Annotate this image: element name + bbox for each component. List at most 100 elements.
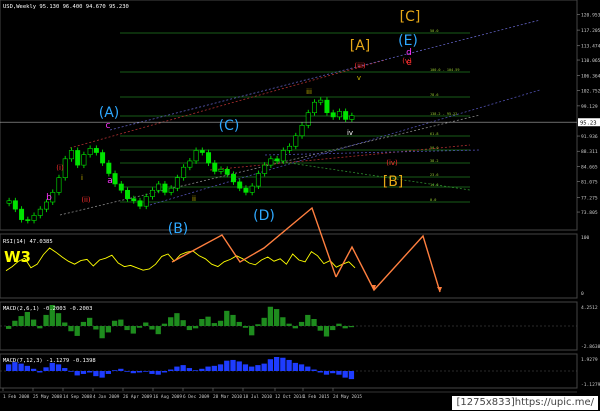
watermark: [1275x833]https://upic.me/ <box>452 396 598 410</box>
macd2-bar <box>348 371 355 380</box>
macd2-bar <box>155 371 161 375</box>
macd2-bar <box>342 371 348 378</box>
macd2-bar <box>87 371 93 373</box>
candle-body <box>81 154 87 166</box>
macd1-bar <box>267 306 274 326</box>
macd2-bar <box>305 366 311 371</box>
macd2-bar <box>311 369 317 371</box>
macd2-bar <box>230 359 236 371</box>
macd2-bar <box>43 367 49 371</box>
macd1-bar <box>174 313 180 326</box>
macd2-bar <box>211 365 217 371</box>
macd2-bar <box>205 366 211 371</box>
candle-body <box>106 162 112 174</box>
candle-body <box>336 111 342 118</box>
candle-body <box>131 198 137 202</box>
candle-body <box>193 150 199 162</box>
macd2-tick-label: -1.1279 <box>581 382 600 388</box>
macd1-bar <box>280 317 286 326</box>
macd1-bar <box>255 324 261 326</box>
time-tick-label: 16 Aug 2009 <box>153 394 182 400</box>
candle-body <box>125 189 131 199</box>
candle-body <box>112 173 118 185</box>
macd2-bar <box>236 361 242 371</box>
current-price-label: 95.23 <box>580 121 597 127</box>
macd2-bar <box>118 368 124 371</box>
candle-body <box>218 169 224 172</box>
macd1-bar <box>43 314 49 326</box>
macd2-bar <box>136 371 143 373</box>
time-tick-label: 6 Dec 2009 <box>183 394 210 400</box>
price-tick-label: 113.474 <box>581 44 600 50</box>
price-tick-label: 102.752 <box>581 89 600 95</box>
macd2-bar <box>180 365 186 371</box>
wave-label-D: (D) <box>253 208 275 224</box>
fib-label: 0.0 <box>430 198 436 202</box>
macd2-tick-label: 1.9279 <box>581 357 598 363</box>
macd1-bar <box>105 326 112 333</box>
macd1-bar <box>330 326 336 331</box>
rsi-header: RSI(14) 47.0385 <box>3 239 53 245</box>
candle-body <box>349 115 355 120</box>
fib-levels: 50.0100.0 - 104.5978.6138.2 - 95.2261.85… <box>120 29 470 203</box>
candle-body <box>162 183 168 193</box>
rsi-pane: 100 0 <box>5 235 590 297</box>
price-tick-label: 91.936 <box>581 134 598 140</box>
wave-label-ii-paren: (ii) <box>81 196 91 204</box>
macd1-bar <box>323 326 330 337</box>
macd2-bar <box>55 364 62 371</box>
macd2-bar <box>317 371 323 373</box>
candle-body <box>224 169 230 175</box>
macd1-bar <box>118 319 124 326</box>
candle-body <box>93 148 99 153</box>
macd2-bar <box>286 359 292 371</box>
macd2-bar <box>124 371 130 372</box>
macd1-bar <box>199 319 205 326</box>
macd1-bar <box>143 322 149 326</box>
macd2-bar <box>105 371 112 374</box>
macd1-bar <box>87 317 93 326</box>
macd2-bar <box>336 371 342 375</box>
macd2-bar <box>280 357 286 371</box>
macd1-bar <box>192 326 199 329</box>
candle-body <box>318 99 324 103</box>
candle-body <box>143 196 149 207</box>
wave-label-c: c <box>106 121 111 131</box>
macd1-bar <box>249 326 255 336</box>
wave-label-bracket-A: [A] <box>350 38 371 54</box>
wave-label-v-paren: (v) <box>402 57 412 65</box>
candle-body <box>44 201 49 210</box>
candle-body <box>87 148 93 155</box>
macd1-bar <box>311 319 317 326</box>
candle-body <box>262 164 268 174</box>
trendline-upper-blue <box>109 19 541 131</box>
macd1-bar <box>80 321 87 326</box>
candle-body <box>168 187 174 193</box>
chart-canvas: 50.0100.0 - 104.5978.6138.2 - 95.2261.85… <box>0 0 600 400</box>
candle-body <box>187 160 193 168</box>
price-tick-label: 120.953 <box>581 12 600 18</box>
wave-label-iii: iii <box>306 88 312 96</box>
candle-body <box>181 166 187 178</box>
candle-body <box>12 200 18 210</box>
wave-label-ii: ii <box>192 195 196 203</box>
macd1-bar <box>292 326 298 329</box>
candle-body <box>255 173 261 187</box>
macd2-bar <box>217 364 224 371</box>
macd1-bar <box>305 314 311 326</box>
time-tick-label: 14 Sep 2008 <box>63 394 92 400</box>
candle-body <box>75 150 81 166</box>
price-axis: 120.953 117.205 113.474 110.065 106.364 102.7… <box>577 12 600 216</box>
fib-label: 50.0 <box>430 29 438 33</box>
candle-body <box>237 181 243 189</box>
fib-label: 38.2 <box>430 159 438 163</box>
time-tick-label: 1 Feb 2015 <box>303 394 330 400</box>
rsi-line <box>5 247 356 272</box>
wave-label-iv-paren: (iv) <box>386 159 398 167</box>
time-tick-label: 4 Jan 2009 <box>93 394 120 400</box>
trendline-upper-red <box>69 59 386 149</box>
macd2-bar <box>255 365 261 371</box>
macd1-bar <box>186 326 193 331</box>
price-tick-label: 84.665 <box>581 165 598 171</box>
macd2-bar <box>30 368 37 371</box>
